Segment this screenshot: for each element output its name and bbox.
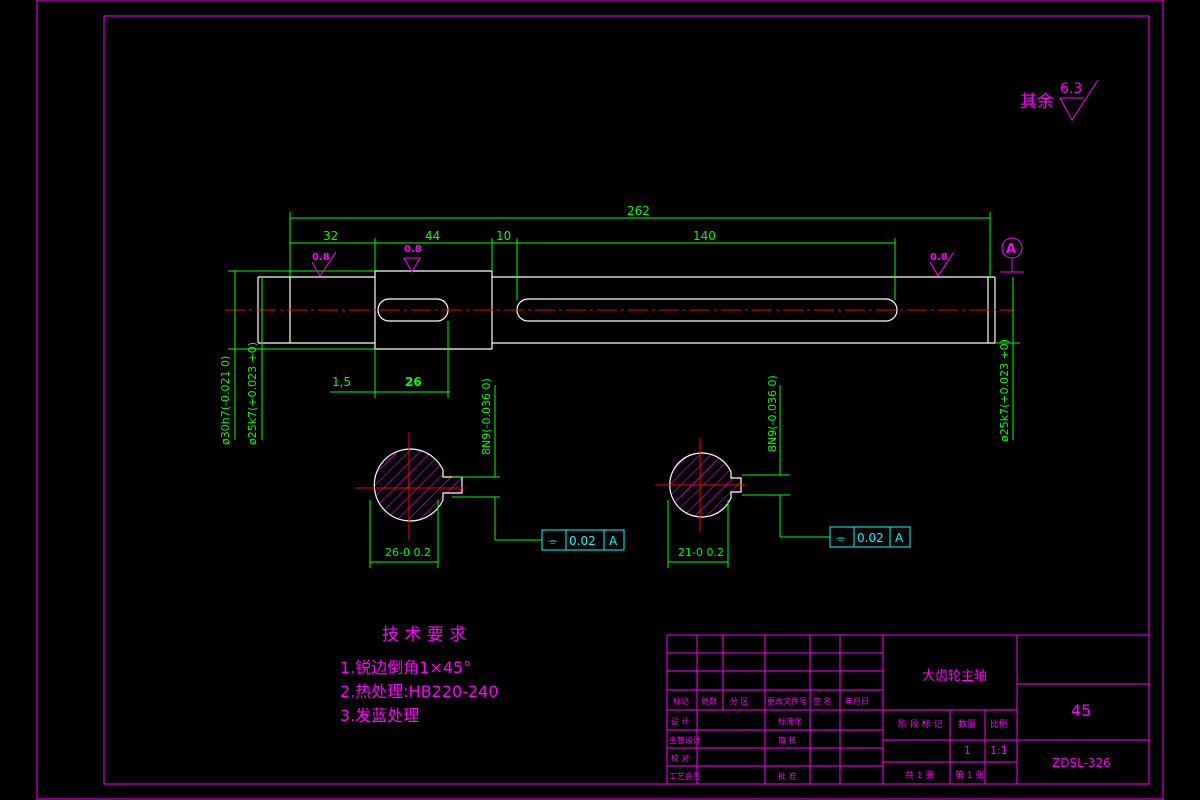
section-left-tol-datum: A — [609, 534, 618, 548]
tech-requirements: 技 术 要 求 1.锐边倒角1×45° 2.热处理:HB220-240 3.发蓝… — [340, 625, 499, 725]
dim-segment-4: 140 — [693, 229, 716, 243]
dim-keyway-length: 26 — [405, 375, 422, 389]
dim-segment-2: 44 — [425, 229, 440, 243]
drawing-frame — [36, 0, 1164, 800]
dim-left-diameter: ø30h7(-0.021 0) — [219, 356, 232, 445]
section-left-tol-value: 0.02 — [569, 534, 596, 548]
row-label: 设 计 — [671, 716, 690, 726]
row-label: 工艺会签 — [669, 771, 701, 781]
standardize-label: 标准化 — [778, 716, 802, 726]
sheets-total: 共 1 张 — [905, 770, 934, 781]
roughness-mark-2: 0.8 — [404, 244, 422, 255]
header-label: 签 名 — [813, 696, 832, 706]
roughness-note-value: 6.3 — [1060, 81, 1082, 97]
review-label: 审 核 — [778, 735, 797, 745]
tech-requirement-item: 2.热处理:HB220-240 — [340, 682, 499, 701]
sheet-no: 第 1 张 — [955, 769, 984, 781]
dimension-texts: 262 32 44 10 140 1,5 26 ø30h7(-0.021 0) … — [219, 204, 1011, 445]
section-right: 21-0 0.2 8N9(-0.036 0) ⌯ 0.02 A — [655, 375, 911, 568]
section-left: 26-0 0.2 8N9(-0.036 0) ⌯ 0.02 A — [355, 378, 625, 568]
section-right-tol-datum: A — [895, 531, 904, 545]
section-right-tol-value: 0.02 — [857, 531, 884, 545]
roughness-mark-3: 0.8 — [930, 252, 948, 263]
row-label: 校 对 — [671, 753, 690, 763]
drawing-number: ZDSL-326 — [1052, 756, 1111, 770]
section-right-keyway-width: 8N9(-0.036 0) — [766, 375, 779, 452]
roughness-note-prefix: 其余 — [1020, 92, 1054, 112]
approve-label: 批 准 — [778, 771, 797, 781]
header-label: 分 区 — [730, 697, 749, 706]
row-label: 主管设计 — [669, 735, 701, 745]
part-name: 大齿轮主轴 — [922, 669, 987, 684]
roughness-note: 其余 6.3 — [1020, 79, 1099, 121]
stage-mark-label: 阶 段 标 记 — [898, 718, 943, 730]
dim-segment-3: 10 — [496, 229, 511, 243]
roughness-mark-1: 0.8 — [312, 252, 330, 263]
tech-requirement-item: 3.发蓝处理 — [340, 706, 419, 725]
section-left-depth: 26-0 0.2 — [385, 546, 431, 559]
scale: 1:1 — [990, 744, 1008, 757]
header-label: 处数 — [701, 696, 717, 706]
header-label: 更改文件号 — [767, 696, 807, 706]
datum-label: A — [1006, 242, 1016, 257]
dim-left-journal-diameter: ø25k7(+0.023 +0) — [246, 342, 259, 445]
section-right-tol-symbol: ⌯ — [836, 531, 846, 545]
section-left-tol-symbol: ⌯ — [548, 534, 558, 548]
section-left-keyway-width: 8N9(-0.036 0) — [480, 378, 493, 455]
material: 45 — [1071, 701, 1091, 720]
tech-requirements-title: 技 术 要 求 — [382, 625, 466, 645]
engineering-drawing: 其余 6.3 262 32 44 10 140 1,5 26 ø30h7(-0.… — [36, 0, 1164, 800]
header-label: 标记 — [673, 696, 689, 706]
header-label: 年月日 — [845, 696, 869, 706]
tech-requirement-item: 1.锐边倒角1×45° — [340, 658, 471, 677]
dim-right-journal-diameter: ø25k7(+0.023 +0) — [998, 339, 1011, 442]
datum-symbol: A — [1000, 237, 1024, 273]
quantity: 1 — [964, 744, 971, 757]
dimension-lines — [228, 212, 1020, 440]
ratio-label: 比例 — [990, 718, 1008, 730]
dim-overall-length: 262 — [627, 204, 650, 218]
weight-label: 数量 — [958, 718, 976, 730]
dim-segment-1: 32 — [323, 229, 338, 243]
section-right-depth: 21-0 0.2 — [678, 546, 724, 559]
dim-chamfer-offset: 1,5 — [332, 375, 351, 389]
title-block-texts: 大齿轮主轴 45 ZDSL-326 标记 处数 分 区 更改文件号 签 名 年月… — [669, 669, 1111, 781]
